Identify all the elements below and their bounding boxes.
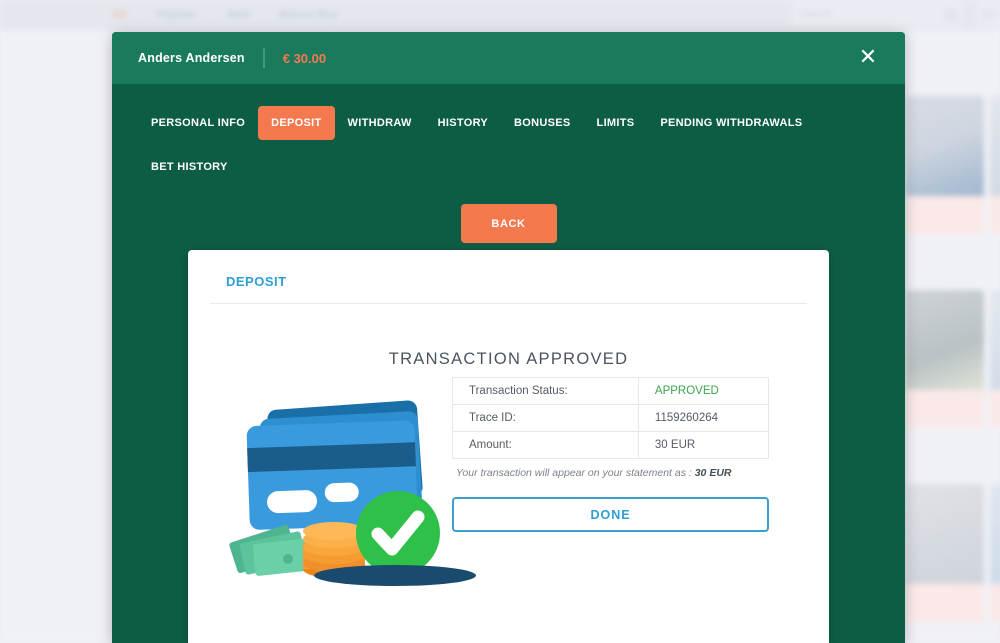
transaction-info-table: Transaction Status: APPROVED Trace ID: 1… (452, 377, 770, 459)
statement-note: Your transaction will appear on your sta… (456, 467, 731, 479)
modal-header: Anders Andersen € 30.00 ✕ (112, 32, 905, 84)
account-tabs: PERSONAL INFO DEPOSIT WITHDRAW HISTORY B… (112, 84, 905, 184)
background-nav: All Popular New Bonus Buy (112, 9, 338, 21)
table-cell-label: Amount: (452, 431, 639, 459)
illustration-shadow (314, 565, 476, 586)
background-game-art (990, 484, 1000, 584)
done-button[interactable]: DONE (452, 497, 769, 532)
tab-deposit[interactable]: DEPOSIT (258, 106, 335, 140)
tab-pending-withdrawals[interactable]: PENDING WITHDRAWALS (647, 106, 815, 140)
table-row: Trace ID: 1159260264 (452, 404, 770, 432)
bg-nav-item-popular[interactable]: Popular (156, 9, 197, 21)
illustration-svg (229, 400, 440, 578)
panel-divider (210, 303, 807, 304)
account-balance: € 30.00 (282, 50, 327, 66)
table-cell-label: Trace ID: (452, 404, 639, 432)
background-game-tile[interactable] (990, 484, 1000, 622)
deposit-panel: DEPOSIT TRANSACTION APPROVED Transaction… (188, 250, 829, 643)
table-row: Transaction Status: APPROVED (452, 377, 770, 405)
table-cell-trace-id: 1159260264 (637, 404, 770, 432)
panel-content-row: Transaction Status: APPROVED Trace ID: 1… (188, 369, 829, 599)
user-name: Anders Andersen (138, 51, 245, 65)
background-game-caption (906, 196, 984, 234)
background-topbar: All Popular New Bonus Buy Search Go (0, 0, 1000, 30)
statement-note-amount: 30 EUR (694, 467, 732, 479)
done-button-container: DONE (452, 497, 769, 532)
background-game-art (990, 96, 1000, 196)
tab-bet-history[interactable]: BET HISTORY (138, 150, 241, 184)
background-game-tile[interactable] (990, 290, 1000, 428)
credit-card-approved-illustration (226, 393, 476, 608)
tab-history[interactable]: HISTORY (425, 106, 501, 140)
screen-root: All Popular New Bonus Buy Search Go Ande… (0, 0, 1000, 643)
close-icon[interactable]: ✕ (855, 45, 881, 71)
account-tabs-row-2: BET HISTORY (138, 150, 879, 184)
background-game-caption (990, 196, 1000, 234)
background-game-art (990, 290, 1000, 390)
table-cell-status: APPROVED (637, 377, 770, 405)
background-game-tile[interactable] (990, 96, 1000, 234)
tab-personal-info[interactable]: PERSONAL INFO (138, 106, 258, 140)
background-search-field[interactable]: Search (792, 2, 964, 27)
background-game-caption (990, 584, 1000, 622)
background-game-caption (990, 390, 1000, 428)
bg-nav-item-bonus-buy[interactable]: Bonus Buy (280, 9, 338, 21)
table-cell-label: Transaction Status: (452, 377, 639, 405)
search-icon (945, 9, 956, 20)
panel-title: DEPOSIT (226, 274, 287, 289)
table-cell-amount: 30 EUR (637, 431, 770, 459)
bg-nav-item-all[interactable]: All (112, 9, 126, 21)
background-game-tile[interactable] (906, 290, 984, 428)
tab-bonuses[interactable]: BONUSES (501, 106, 584, 140)
background-game-art (906, 290, 984, 390)
back-button[interactable]: BACK (460, 204, 557, 243)
background-search-placeholder: Search (800, 9, 832, 20)
background-go-button[interactable]: Go (976, 2, 1000, 27)
statement-note-prefix: Your transaction will appear on your sta… (456, 467, 695, 479)
background-game-caption (906, 390, 984, 428)
header-divider (262, 48, 265, 68)
table-row: Amount: 30 EUR (452, 431, 770, 459)
background-game-caption (906, 584, 984, 622)
account-modal: Anders Andersen € 30.00 ✕ PERSONAL INFO … (112, 32, 905, 643)
background-game-art (906, 484, 984, 584)
background-game-art (906, 96, 984, 196)
transaction-approved-heading: TRANSACTION APPROVED (388, 350, 629, 368)
background-game-tile[interactable] (906, 484, 984, 622)
background-game-tile[interactable] (906, 96, 984, 234)
tab-withdraw[interactable]: WITHDRAW (335, 106, 425, 140)
bg-nav-item-new[interactable]: New (227, 9, 250, 21)
tab-limits[interactable]: LIMITS (584, 106, 648, 140)
back-button-container: BACK (112, 204, 905, 243)
